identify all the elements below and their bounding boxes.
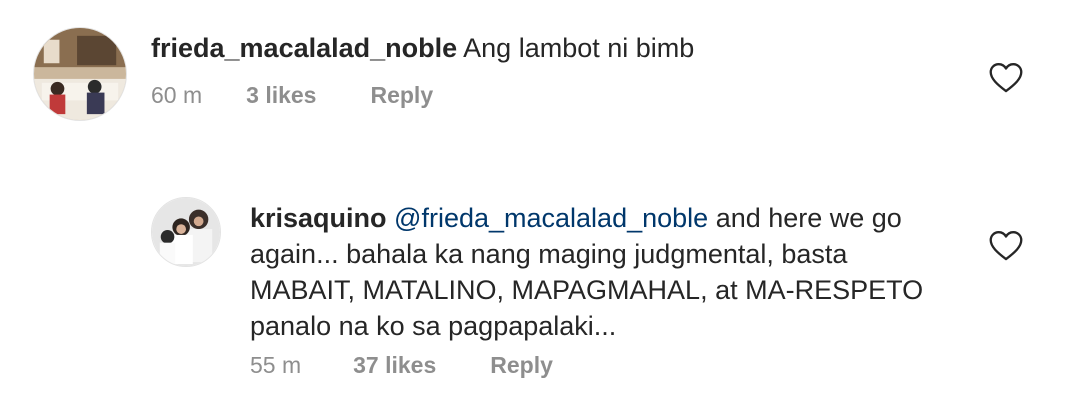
comment-content-line: MABAIT, MATALINO, MAPAGMAHAL, at MA-RESP…: [250, 275, 924, 305]
comment-content-line: panalo na ko sa pagpapalaki...: [250, 311, 617, 341]
comment-item: frieda_macalalad_noble Ang lambot ni bim…: [0, 0, 1080, 140]
comment-content-line: again... bahala ka nang maging judgmenta…: [250, 239, 848, 269]
comment-content: Ang lambot ni bimb: [463, 33, 695, 63]
heart-outline-icon[interactable]: [988, 230, 1024, 262]
avatar-photo: [34, 28, 126, 120]
comment-username[interactable]: krisaquino: [250, 203, 387, 233]
comment-likes[interactable]: 3 likes: [246, 82, 316, 109]
comment-line-1: krisaquino @frieda_macalalad_noble and h…: [250, 200, 990, 236]
comment-meta: 55 m 37 likes Reply: [250, 352, 553, 379]
avatar[interactable]: [33, 27, 127, 121]
comment-meta: 60 m 3 likes Reply: [151, 82, 433, 109]
comment-text: frieda_macalalad_noble Ang lambot ni bim…: [151, 30, 951, 66]
reply-button[interactable]: Reply: [370, 82, 433, 109]
comment-likes[interactable]: 37 likes: [353, 352, 436, 379]
reply-comment-item: krisaquino @frieda_macalalad_noble and h…: [0, 180, 1080, 406]
avatar-photo: [152, 198, 220, 266]
mention-link[interactable]: @frieda_macalalad_noble: [394, 203, 708, 233]
avatar[interactable]: [151, 197, 221, 267]
comment-time[interactable]: 55 m: [250, 352, 301, 379]
reply-button[interactable]: Reply: [490, 352, 553, 379]
comment-time[interactable]: 60 m: [151, 82, 202, 109]
comment-content-line: and here we go: [715, 203, 902, 233]
heart-outline-icon[interactable]: [988, 62, 1024, 94]
comment-username[interactable]: frieda_macalalad_noble: [151, 33, 457, 63]
comment-text: krisaquino @frieda_macalalad_noble and h…: [250, 200, 990, 344]
